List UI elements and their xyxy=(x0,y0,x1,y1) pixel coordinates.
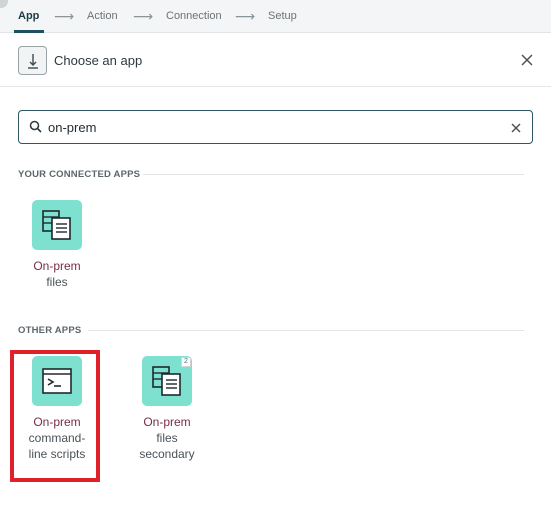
app-tile-on-prem-files[interactable]: On-prem files xyxy=(17,200,97,290)
app-name-line: On-prem xyxy=(33,259,81,273)
arrow-right-icon: ⟶ xyxy=(235,8,256,24)
stepper: App ⟶ Action ⟶ Connection ⟶ Setup xyxy=(0,0,551,33)
app-name-line: files xyxy=(46,275,68,289)
app-name-line: line scripts xyxy=(28,447,86,461)
app-name-line: secondary xyxy=(139,447,195,461)
app-tile-on-prem-files-secondary[interactable]: 2 On-prem files secondary xyxy=(127,356,207,462)
clear-search-icon[interactable] xyxy=(509,121,523,135)
close-icon[interactable] xyxy=(519,52,535,68)
file-server-icon xyxy=(32,200,82,250)
active-step-indicator xyxy=(14,30,44,33)
app-name-line: command- xyxy=(28,431,86,445)
arrow-right-icon: ⟶ xyxy=(54,8,75,24)
app-placeholder-icon xyxy=(18,46,47,75)
app-name-line: files xyxy=(156,431,178,445)
step-setup[interactable]: Setup xyxy=(268,10,297,22)
search-box xyxy=(18,110,533,144)
section-divider xyxy=(88,330,524,331)
search-icon xyxy=(29,120,42,138)
step-connection[interactable]: Connection xyxy=(166,10,222,22)
dialog-header: Choose an app xyxy=(0,34,551,87)
stepper-corner-decoration xyxy=(0,0,8,8)
app-name-line: On-prem xyxy=(143,415,191,429)
version-badge: 2 xyxy=(181,357,191,367)
step-app[interactable]: App xyxy=(18,10,39,22)
step-action[interactable]: Action xyxy=(87,10,118,22)
section-divider xyxy=(143,174,524,175)
app-name-line: On-prem xyxy=(33,415,81,429)
dialog-title: Choose an app xyxy=(54,53,143,68)
search-input[interactable] xyxy=(48,118,488,136)
other-apps-heading: OTHER APPS xyxy=(18,325,82,336)
app-tile-on-prem-command-line-scripts[interactable]: On-prem command- line scripts xyxy=(17,356,97,462)
connected-apps-heading: YOUR CONNECTED APPS xyxy=(18,169,141,180)
terminal-icon xyxy=(32,356,82,406)
arrow-right-icon: ⟶ xyxy=(133,8,154,24)
file-server-icon: 2 xyxy=(142,356,192,406)
